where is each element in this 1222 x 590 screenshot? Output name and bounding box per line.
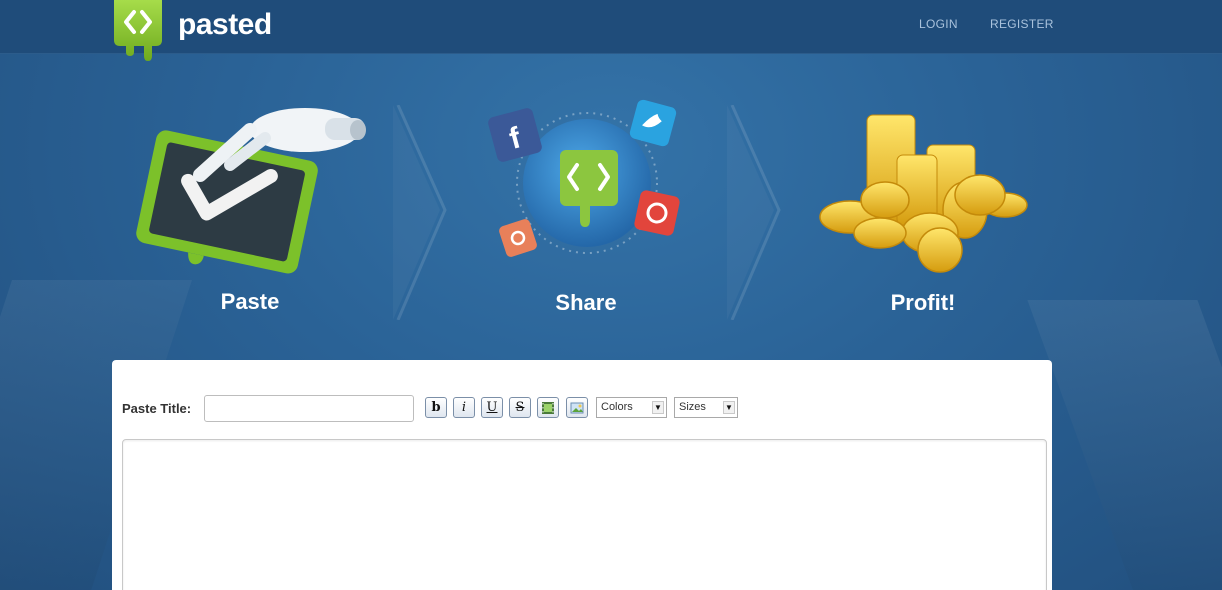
brand-name[interactable]: pasted [178,8,272,42]
italic-button[interactable]: i [453,397,475,418]
film-icon [542,401,554,414]
header-bar: pasted LOGIN REGISTER [0,0,1222,61]
strikethrough-button[interactable]: S [509,397,531,418]
video-button[interactable] [537,397,559,418]
logo-icon[interactable] [112,0,164,62]
paste-title-input[interactable] [204,395,414,422]
image-button[interactable] [566,397,588,418]
step-label-share: Share [555,290,617,315]
sizes-select[interactable]: Sizes ▼ [674,397,738,418]
paste-title-label: Paste Title: [122,401,192,416]
chevron-down-icon: ▼ [723,401,735,414]
gold-coins-icon [815,105,1030,275]
paste-check-icon [130,90,370,280]
colors-select[interactable]: Colors ▼ [596,397,667,418]
step-arrow-icon [393,105,447,320]
paste-content-textarea[interactable] [122,439,1047,590]
image-icon [570,402,584,413]
login-link[interactable]: LOGIN [919,17,958,31]
underline-button[interactable]: U [481,397,503,418]
share-social-icon: f [485,95,690,275]
register-link[interactable]: REGISTER [990,17,1054,31]
chevron-down-icon: ▼ [652,401,664,414]
step-label-profit: Profit! [890,290,956,315]
bold-button[interactable]: b [425,397,447,418]
step-label-paste: Paste [220,289,280,314]
sizes-select-value: Sizes [679,401,706,413]
background-shape-right [1027,300,1222,590]
step-arrow-icon [727,105,781,320]
colors-select-value: Colors [601,401,633,413]
paste-form-panel: Paste Title: b i U S Colors ▼ Sizes ▼ [112,360,1052,590]
